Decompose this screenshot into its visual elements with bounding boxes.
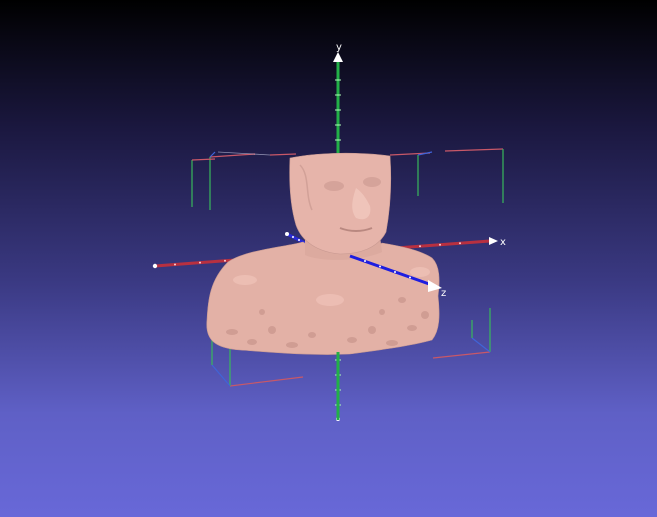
x-axis-label: x <box>500 237 506 248</box>
y-axis-label: y <box>336 42 342 53</box>
bounding-box-front <box>217 151 297 156</box>
x-axis-arrow-icon <box>489 237 498 245</box>
z-axis-label: z <box>441 288 446 299</box>
3d-viewport[interactable]: y x z <box>0 0 657 517</box>
scene-canvas[interactable]: y x z <box>0 0 657 517</box>
bust-model[interactable] <box>206 152 440 355</box>
y-axis-arrow-icon <box>333 52 343 62</box>
